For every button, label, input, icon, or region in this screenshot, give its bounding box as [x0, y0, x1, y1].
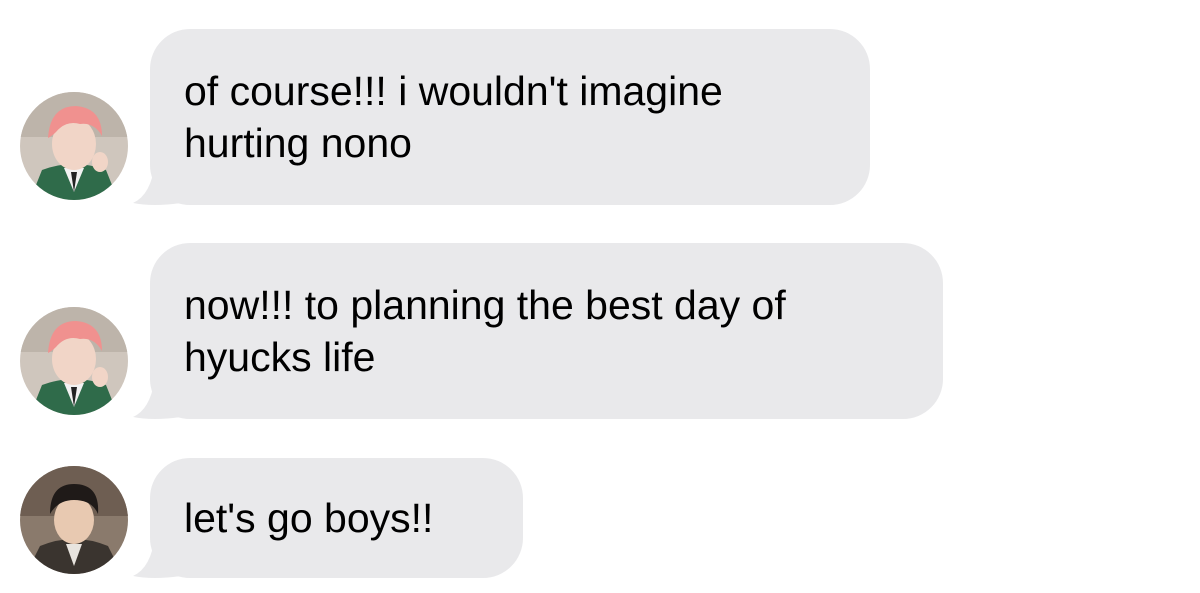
dark-hair-boy-avatar[interactable]: [20, 466, 128, 574]
message-row: let's go boys!!: [0, 0, 1200, 593]
message-thread: of course!!! i wouldn't imagine hurting …: [0, 0, 1200, 593]
message-bubble[interactable]: let's go boys!!: [150, 458, 523, 578]
message-text-line: let's go boys!!: [184, 495, 434, 541]
avatar-photo-icon: [20, 466, 128, 574]
